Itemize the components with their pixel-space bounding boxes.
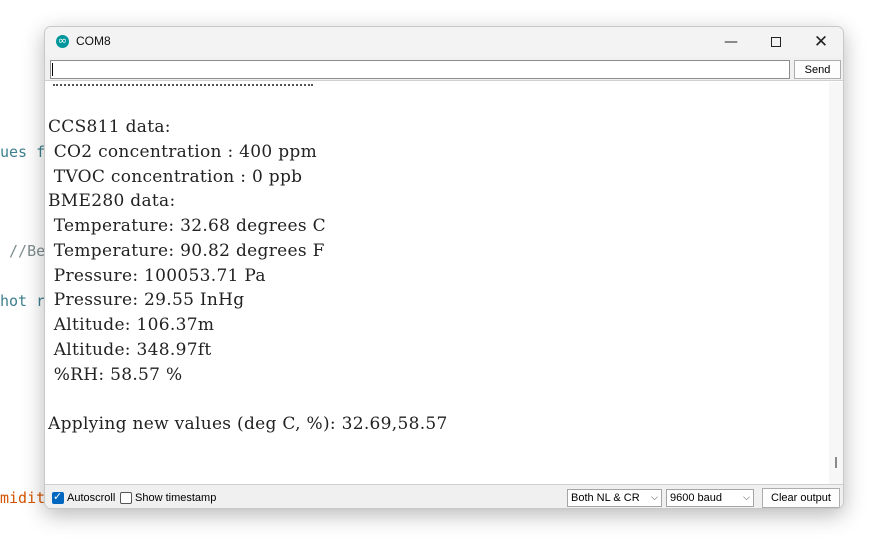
serial-monitor-window: COM8 — ✕ Send CCS811 data: CO2 concentra… — [44, 26, 844, 509]
maximize-button[interactable] — [753, 27, 799, 57]
baud-rate-value: 9600 baud — [670, 492, 722, 504]
autoscroll-label[interactable]: Autoscroll — [67, 492, 115, 504]
output-scrollbar[interactable] — [829, 82, 843, 484]
background-code-fragment: hot r — [0, 292, 46, 310]
chevron-down-icon: ⌵ — [743, 493, 750, 503]
scrollbar-thumb[interactable] — [835, 457, 837, 468]
window-title: COM8 — [76, 34, 111, 48]
arduino-icon — [56, 33, 69, 49]
output-line: Temperature: 32.68 degrees C — [48, 216, 326, 236]
output-line: TVOC concentration : 0 ppb — [48, 167, 303, 187]
maximize-icon — [771, 36, 781, 47]
output-line: CCS811 data: — [48, 117, 171, 137]
clear-output-button[interactable]: Clear output — [762, 488, 840, 508]
title-bar[interactable]: COM8 — ✕ — [45, 27, 843, 57]
background-code-fragment: midit — [0, 489, 46, 507]
show-timestamp-checkbox[interactable] — [120, 492, 132, 504]
output-line: Pressure: 29.55 InHg — [48, 290, 245, 310]
output-line: Altitude: 106.37m — [48, 315, 215, 335]
output-line: CO2 concentration : 400 ppm — [48, 142, 318, 162]
background-code-fragment: ues f — [0, 143, 46, 161]
output-line: Pressure: 100053.71 Pa — [48, 266, 266, 286]
status-footer: Autoscroll Show timestamp Both NL & CR ⌵… — [45, 484, 843, 508]
close-button[interactable]: ✕ — [798, 27, 843, 57]
baud-rate-select[interactable]: 9600 baud ⌵ — [666, 489, 754, 507]
line-ending-select[interactable]: Both NL & CR ⌵ — [567, 489, 662, 507]
background-code-fragment: //Be — [0, 242, 46, 260]
line-ending-value: Both NL & CR — [571, 492, 640, 504]
clipped-output-line — [53, 82, 313, 86]
output-line: %RH: 58.57 % — [48, 365, 183, 385]
chevron-down-icon: ⌵ — [651, 493, 658, 503]
output-line: Temperature: 90.82 degrees F — [48, 241, 325, 261]
send-button[interactable]: Send — [794, 60, 841, 79]
minimize-button[interactable]: — — [708, 27, 754, 57]
text-caret — [52, 63, 53, 76]
output-line: Altitude: 348.97ft — [48, 340, 212, 360]
output-line: Applying new values (deg C, %): 32.69,58… — [48, 414, 448, 434]
autoscroll-checkbox[interactable] — [52, 489, 64, 505]
show-timestamp-label[interactable]: Show timestamp — [135, 492, 216, 504]
serial-output[interactable]: CCS811 data: CO2 concentration : 400 ppm… — [45, 82, 829, 484]
serial-input-bar: Send — [45, 57, 843, 81]
serial-input[interactable] — [50, 60, 790, 79]
output-line: BME280 data: — [48, 191, 176, 211]
